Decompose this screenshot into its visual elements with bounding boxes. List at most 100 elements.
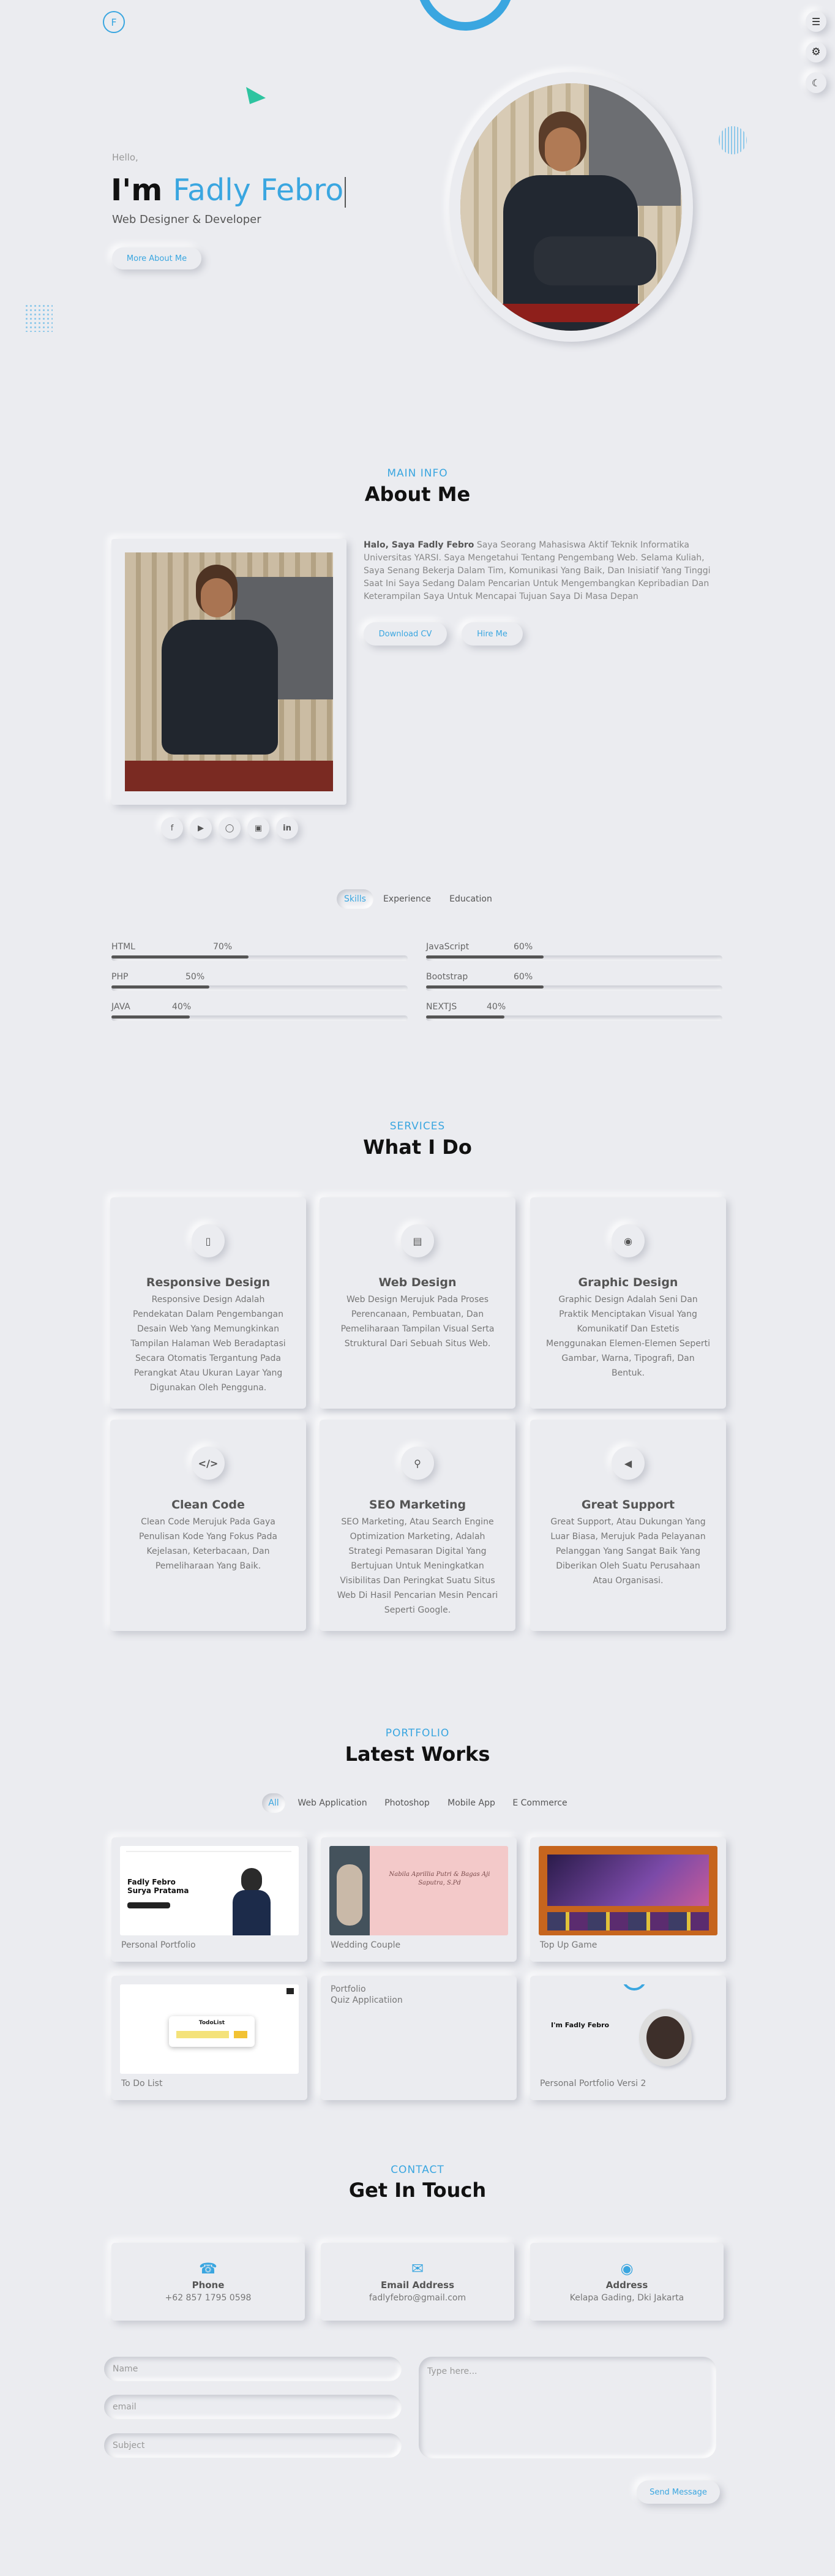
- contact-title: Get In Touch: [348, 2179, 487, 2202]
- logo[interactable]: F: [103, 11, 125, 33]
- skill-name: PHP: [111, 972, 129, 982]
- dots-decoration-left: [24, 304, 53, 332]
- service-title: Great Support: [581, 1498, 675, 1512]
- hero-greeting: Hello,: [112, 152, 138, 163]
- about-photo-frame: [111, 539, 346, 805]
- skill-bar-php: PHP 50%: [111, 972, 408, 993]
- email-input[interactable]: email: [104, 2395, 402, 2419]
- skill-percent: 50%: [185, 972, 205, 982]
- service-card-graphic-design[interactable]: ◉ Graphic Design Graphic Design Adalah S…: [530, 1197, 726, 1409]
- services-subtitle: SERVICES: [389, 1120, 446, 1132]
- menu-icon: ☰: [811, 15, 821, 28]
- search-icon: ⚲: [401, 1447, 434, 1480]
- megaphone-icon: ◀: [612, 1447, 645, 1480]
- portfolio-item-personal-portfolio[interactable]: Fadly Febro Surya Pratama Personal Portf…: [111, 1837, 307, 1962]
- filter-mobile-app[interactable]: Mobile App: [443, 1793, 500, 1813]
- instagram-icon[interactable]: ▣: [247, 817, 269, 839]
- skill-track: [426, 985, 722, 991]
- skill-fill: [426, 1015, 504, 1019]
- service-desc: Graphic Design Adalah Seni Dan Praktik M…: [546, 1295, 711, 1378]
- palette-icon: ◉: [612, 1224, 645, 1257]
- portfolio-label: Personal Portfolio: [121, 1940, 196, 1950]
- skill-name: HTML: [111, 942, 135, 952]
- contact-card-value[interactable]: +62 857 1795 0598: [111, 2293, 305, 2303]
- facebook-icon[interactable]: f: [161, 817, 183, 839]
- service-desc: SEO Marketing, Atau Search Engine Optimi…: [337, 1517, 498, 1615]
- skill-percent: 70%: [213, 942, 233, 952]
- hero-photo: [460, 83, 682, 331]
- service-desc: Web Design Merujuk Pada Proses Perencana…: [340, 1295, 495, 1349]
- message-textarea[interactable]: Type here...: [419, 2357, 716, 2458]
- portfolio-label: Quiz Applicatiion: [331, 1995, 403, 2005]
- youtube-icon[interactable]: ▶: [190, 817, 212, 839]
- skill-track: [111, 955, 408, 961]
- tab-experience[interactable]: Experience: [380, 889, 435, 909]
- skill-name: JavaScript: [426, 942, 470, 952]
- contact-card-email: ✉ Email Address fadlyfebro@gmail.com: [321, 2243, 514, 2321]
- filter-web-application[interactable]: Web Application: [293, 1793, 372, 1813]
- services-title: What I Do: [363, 1135, 472, 1159]
- menu-button[interactable]: ☰: [806, 11, 826, 32]
- portfolio-item-personal-portfolio-v2[interactable]: I'm Fadly Febro Personal Portfolio Versi…: [530, 1976, 726, 2100]
- portfolio-item-quiz-application[interactable]: Portfolio Quiz Applicatiion: [321, 1976, 517, 2100]
- skill-bar-java: JAVA 40%: [111, 1002, 408, 1023]
- skill-fill: [111, 1015, 190, 1019]
- service-card-great-support[interactable]: ◀ Great Support Great Support, Atau Duku…: [530, 1420, 726, 1631]
- typing-cursor: [345, 176, 346, 208]
- portfolio-label: To Do List: [121, 2079, 163, 2088]
- top-arc-decoration: [416, 0, 514, 31]
- portfolio-item-wedding-couple[interactable]: Nabila Aprillia Putri & Bagas Aji Saputr…: [321, 1837, 517, 1962]
- laptop-icon: ▤: [401, 1224, 434, 1257]
- about-title: About Me: [364, 483, 471, 506]
- skill-bar-html: HTML 70%: [111, 942, 408, 963]
- hero-heading: I'm Fadly Febro: [111, 173, 346, 208]
- service-card-seo-marketing[interactable]: ⚲ SEO Marketing SEO Marketing, Atau Sear…: [320, 1420, 515, 1631]
- skill-fill: [426, 955, 544, 958]
- hero-prefix: I'm: [111, 173, 163, 208]
- subject-input[interactable]: Subject: [104, 2433, 402, 2458]
- contact-card-value[interactable]: fadlyfebro@gmail.com: [321, 2293, 514, 2303]
- tab-skills[interactable]: Skills: [337, 889, 373, 909]
- thumb-text: Nabila Aprillia Putri & Bagas Aji Saputr…: [389, 1871, 490, 1886]
- service-card-web-design[interactable]: ▤ Web Design Web Design Merujuk Pada Pro…: [320, 1197, 515, 1409]
- filter-e-commerce[interactable]: E Commerce: [508, 1793, 572, 1813]
- skill-fill: [426, 985, 544, 989]
- portfolio-label: Personal Portfolio Versi 2: [540, 2079, 646, 2088]
- skill-percent: 40%: [487, 1002, 506, 1012]
- portfolio-label: Wedding Couple: [331, 1940, 401, 1950]
- skill-track: [111, 985, 408, 991]
- send-message-button[interactable]: Send Message: [637, 2480, 720, 2504]
- tab-education[interactable]: Education: [444, 889, 497, 909]
- service-desc: Clean Code Merujuk Pada Gaya Penulisan K…: [139, 1517, 277, 1571]
- more-about-me-button[interactable]: More About Me: [112, 247, 201, 269]
- service-card-clean-code[interactable]: </> Clean Code Clean Code Merujuk Pada G…: [110, 1420, 306, 1631]
- service-title: SEO Marketing: [369, 1498, 466, 1512]
- github-icon[interactable]: ◯: [219, 817, 241, 839]
- skill-name: NEXTJS: [426, 1002, 457, 1012]
- hire-me-button[interactable]: Hire Me: [462, 622, 523, 646]
- theme-toggle-button[interactable]: ☾: [806, 72, 826, 93]
- portfolio-item-top-up-game[interactable]: Top Up Game: [530, 1837, 726, 1962]
- about-intro-bold: Halo, Saya Fadly Febro: [364, 540, 474, 550]
- about-subtitle: MAIN INFO: [387, 467, 448, 480]
- skill-percent: 40%: [172, 1002, 192, 1012]
- code-icon: </>: [192, 1447, 225, 1480]
- skill-track: [426, 1015, 722, 1021]
- location-icon: ◉: [620, 2260, 634, 2277]
- name-input[interactable]: Name: [104, 2357, 402, 2381]
- thumb-text: I'm Fadly Febro: [551, 2021, 610, 2029]
- portfolio-item-to-do-list[interactable]: TodoList To Do List: [111, 1976, 307, 2100]
- portfolio-title: Latest Works: [345, 1742, 490, 1766]
- hero-name: Fadly Febro: [173, 173, 344, 208]
- portfolio-thumbnail: I'm Fadly Febro: [539, 1984, 717, 2074]
- skill-fill: [111, 955, 249, 958]
- download-cv-button[interactable]: Download CV: [364, 622, 447, 646]
- filter-all[interactable]: All: [262, 1793, 285, 1813]
- service-card-responsive-design[interactable]: ▯ Responsive Design Responsive Design Ad…: [110, 1197, 306, 1409]
- contact-card-phone: ☎ Phone +62 857 1795 0598: [111, 2243, 305, 2321]
- linkedin-icon[interactable]: in: [276, 817, 298, 839]
- filter-photoshop[interactable]: Photoshop: [380, 1793, 435, 1813]
- settings-button[interactable]: ⚙: [806, 42, 826, 62]
- about-description: Halo, Saya Fadly Febro Saya Seorang Maha…: [364, 539, 725, 603]
- contact-card-value: Kelapa Gading, Dki Jakarta: [569, 2293, 684, 2303]
